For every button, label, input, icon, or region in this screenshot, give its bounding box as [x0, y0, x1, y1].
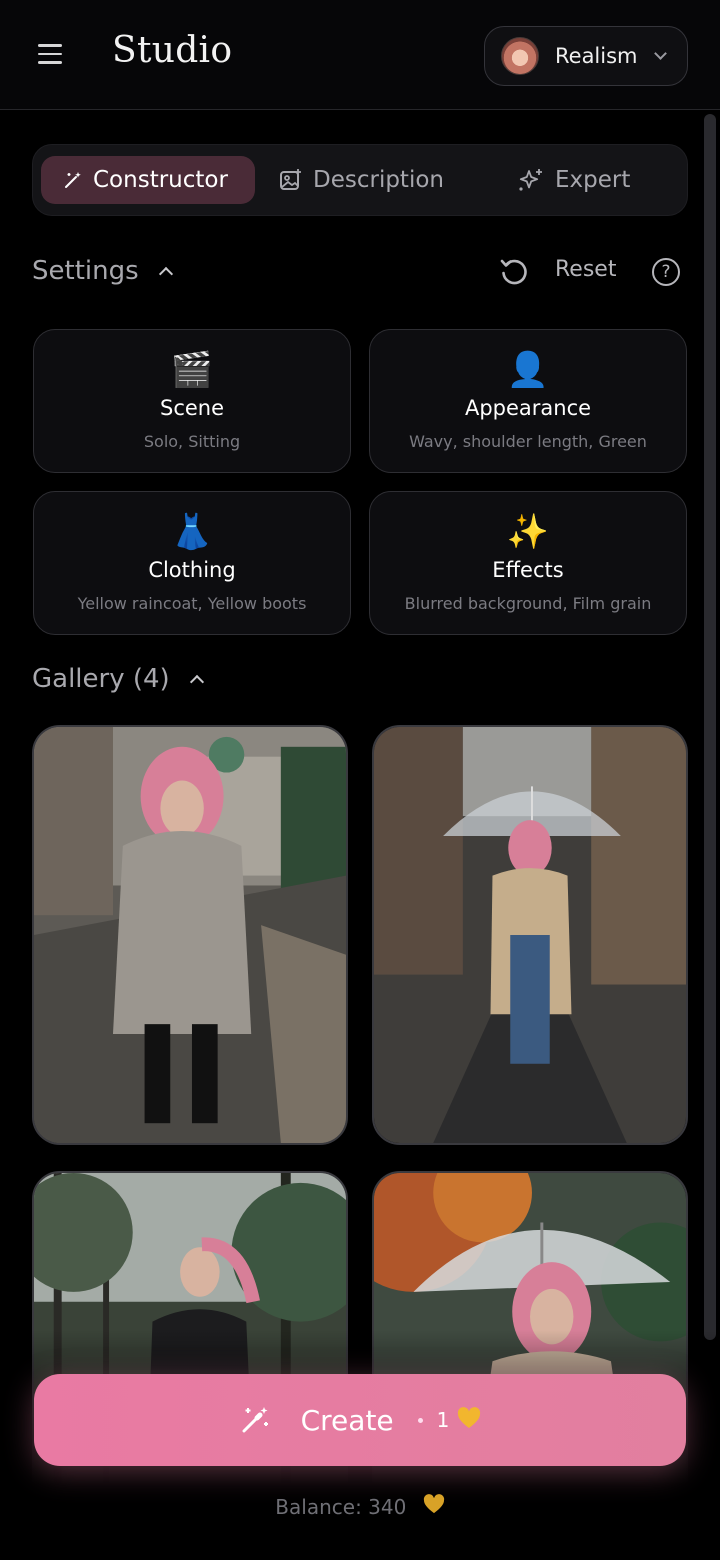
- gallery-title: Gallery (4): [32, 664, 170, 694]
- magic-wand-icon: [65, 172, 81, 188]
- gallery-image[interactable]: [32, 725, 348, 1145]
- settings-toggle[interactable]: Settings: [32, 256, 173, 286]
- reset-button[interactable]: Reset: [555, 257, 616, 282]
- tab-label: Description: [313, 167, 444, 193]
- effects-card[interactable]: ✨ Effects Blurred background, Film grain: [369, 491, 687, 635]
- help-icon[interactable]: ?: [652, 258, 680, 286]
- hamburger-icon: [38, 44, 62, 47]
- model-label: Realism: [555, 44, 638, 68]
- yellow-heart-icon: [423, 1494, 445, 1519]
- create-cost: 1: [436, 1408, 450, 1432]
- card-title: Clothing: [148, 558, 236, 582]
- tab-expert[interactable]: Expert: [517, 156, 630, 204]
- card-title: Scene: [159, 396, 225, 420]
- yellow-heart-icon: [457, 1407, 481, 1433]
- gallery-image[interactable]: [372, 725, 688, 1145]
- sparkles-icon: ✨: [506, 512, 550, 552]
- image-edit-icon: [280, 169, 301, 190]
- model-avatar: [501, 37, 539, 75]
- balance-label: Balance: 340: [275, 1495, 407, 1519]
- chevron-up-icon: [158, 266, 173, 282]
- tab-label: Expert: [555, 167, 631, 193]
- gallery-toggle[interactable]: Gallery (4): [32, 664, 204, 694]
- app-title: Studio: [112, 30, 233, 71]
- card-title: Effects: [492, 558, 564, 582]
- card-subtitle: Blurred background, Film grain: [404, 594, 652, 613]
- balance-row: Balance: 340: [0, 1494, 720, 1519]
- card-subtitle: Yellow raincoat, Yellow boots: [77, 594, 307, 613]
- create-button[interactable]: Create 1: [34, 1374, 686, 1466]
- reset-icon[interactable]: [498, 256, 530, 288]
- create-label: Create: [300, 1403, 394, 1437]
- person-icon: 👤: [506, 350, 550, 390]
- sparkles-icon: [519, 169, 542, 191]
- mode-tabs: Constructor Description Expert: [32, 144, 688, 216]
- model-select[interactable]: Realism: [484, 26, 688, 86]
- chevron-up-icon: [189, 674, 204, 690]
- photo-city-rain: [34, 727, 346, 1143]
- scrollbar[interactable]: [704, 114, 716, 1340]
- card-subtitle: Solo, Sitting: [143, 432, 241, 451]
- magic-wand-icon: [242, 1407, 268, 1433]
- clapper-icon: 🎬: [170, 350, 214, 390]
- appearance-card[interactable]: 👤 Appearance Wavy, shoulder length, Gree…: [369, 329, 687, 473]
- tab-label: Constructor: [93, 167, 228, 193]
- settings-title: Settings: [32, 256, 139, 286]
- tab-constructor[interactable]: Constructor: [41, 156, 255, 204]
- scene-card[interactable]: 🎬 Scene Solo, Sitting: [33, 329, 351, 473]
- app-header: Studio Realism: [0, 0, 720, 110]
- separator-dot: [417, 1417, 423, 1423]
- dress-icon: 👗: [170, 512, 214, 552]
- card-subtitle: Wavy, shoulder length, Green: [409, 432, 647, 451]
- tab-description[interactable]: Description: [279, 156, 444, 204]
- chevron-down-icon: [653, 46, 667, 60]
- clothing-card[interactable]: 👗 Clothing Yellow raincoat, Yellow boots: [33, 491, 351, 635]
- menu-button[interactable]: [36, 40, 68, 70]
- photo-street-umbrella: [374, 727, 686, 1143]
- card-title: Appearance: [464, 396, 592, 420]
